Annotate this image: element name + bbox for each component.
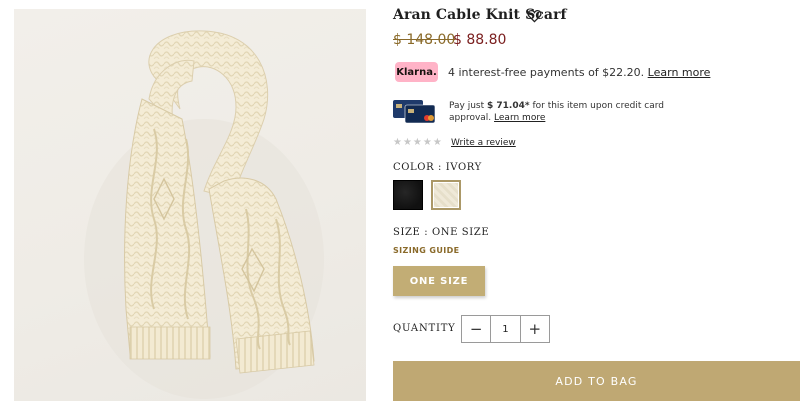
write-review-link[interactable]: Write a review (451, 138, 516, 148)
heart-icon[interactable] (527, 9, 542, 23)
original-price: $ 148.00 (393, 32, 456, 48)
quantity-stepper: − 1 + (461, 315, 550, 343)
sizing-guide-link[interactable]: SIZING GUIDE (393, 246, 460, 255)
credit-card-icon (393, 100, 436, 124)
credit-learn-more-link[interactable]: Learn more (494, 113, 545, 123)
credit-offer-prefix: Pay just (449, 101, 488, 111)
credit-offer-text: Pay just $ 71.04* for this item upon cre… (449, 100, 669, 124)
quantity-value[interactable]: 1 (490, 316, 521, 342)
klarna-learn-more-link[interactable]: Learn more (648, 66, 711, 79)
rating-stars: ★★★★★ (393, 137, 443, 148)
quantity-label: QUANTITY (393, 323, 456, 334)
klarna-message: 4 interest-free payments of $22.20. Lear… (448, 66, 710, 79)
klarna-logo: Klarna. (395, 62, 438, 82)
quantity-decrease-button[interactable]: − (462, 316, 490, 342)
scarf-illustration (84, 30, 324, 399)
size-option-one-size[interactable]: ONE SIZE (393, 266, 485, 296)
add-to-bag-button[interactable]: ADD TO BAG (393, 361, 800, 401)
swatch-ivory[interactable] (431, 180, 461, 210)
credit-offer-amount: $ 71.04* (487, 101, 530, 111)
product-image[interactable] (14, 9, 366, 401)
selected-color: IVORY (445, 162, 482, 173)
color-label: COLOR : IVORY (393, 162, 482, 173)
quantity-increase-button[interactable]: + (521, 316, 549, 342)
size-label: SIZE : ONE SIZE (393, 227, 490, 238)
swatch-black[interactable] (393, 180, 423, 210)
color-label-text: COLOR : (393, 162, 442, 173)
sale-price: $ 88.80 (453, 32, 507, 48)
klarna-installments-text: 4 interest-free payments of $22.20. (448, 66, 645, 79)
